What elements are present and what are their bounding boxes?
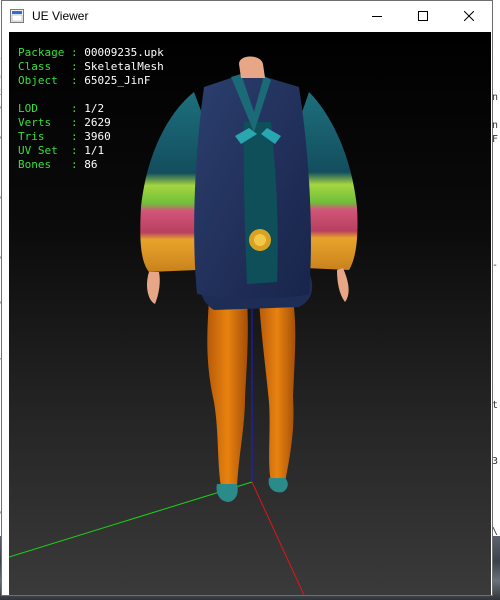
info-key: Tris (18, 130, 65, 143)
mesh-info-overlay: Package : 00009235.upk Class : SkeletalMe… (18, 46, 164, 172)
background-glyph: t (492, 400, 499, 411)
info-key: Class (18, 60, 65, 73)
info-key: Package (18, 46, 65, 59)
info-separator: : (64, 46, 85, 59)
info-separator: : (64, 116, 85, 129)
info-row (18, 88, 164, 102)
ue-viewer-app-icon (10, 9, 24, 23)
info-value: 1/2 (84, 102, 105, 115)
info-key: Bones (18, 158, 65, 171)
title-bar[interactable]: UE Viewer (2, 1, 492, 31)
info-key: UV Set (18, 144, 65, 157)
info-row: Verts : 2629 (18, 116, 164, 130)
info-key: LOD (18, 102, 65, 115)
info-row: LOD : 1/2 (18, 102, 164, 116)
info-separator: : (64, 60, 85, 73)
close-button[interactable] (446, 1, 492, 31)
info-value: 1/1 (84, 144, 105, 157)
info-separator: : (64, 144, 85, 157)
background-glyph: F (492, 134, 499, 145)
background-glyph: n (492, 92, 499, 103)
3d-viewport[interactable]: Package : 00009235.upk Class : SkeletalMe… (9, 32, 491, 595)
info-value: 86 (84, 158, 98, 171)
info-value: 2629 (84, 116, 111, 129)
window-title: UE Viewer (32, 9, 89, 23)
minimize-icon (372, 16, 382, 17)
info-row: Tris : 3960 (18, 130, 164, 144)
info-separator: : (64, 102, 85, 115)
axis-x-line (251, 481, 305, 595)
background-glyph: 3 (492, 456, 499, 467)
close-icon (464, 11, 474, 21)
background-glyph: n (492, 120, 499, 131)
axis-y-line (9, 481, 253, 558)
info-separator: : (64, 130, 85, 143)
info-value: 65025_JinF (84, 74, 151, 87)
maximize-icon (418, 11, 428, 21)
info-value: 00009235.upk (84, 46, 164, 59)
info-separator: : (64, 74, 85, 87)
info-key: Object (18, 74, 65, 87)
info-row: Class : SkeletalMesh (18, 60, 164, 74)
info-value: 3960 (84, 130, 111, 143)
info-row: UV Set : 1/1 (18, 144, 164, 158)
maximize-button[interactable] (400, 1, 446, 31)
info-row: Package : 00009235.upk (18, 46, 164, 60)
ue-viewer-window: UE Viewer Package: 00009235.upk Class:… (1, 0, 493, 596)
minimize-button[interactable] (354, 1, 400, 31)
background-terminal-right: n n F - t 3 \ (492, 0, 500, 600)
info-key: Verts (18, 116, 65, 129)
info-row: Bones : 86 (18, 158, 164, 172)
background-glyph: - (492, 260, 499, 271)
info-row: Object : 65025_JinF (18, 74, 164, 88)
info-separator: : (64, 158, 85, 171)
info-value: SkeletalMesh (84, 60, 164, 73)
